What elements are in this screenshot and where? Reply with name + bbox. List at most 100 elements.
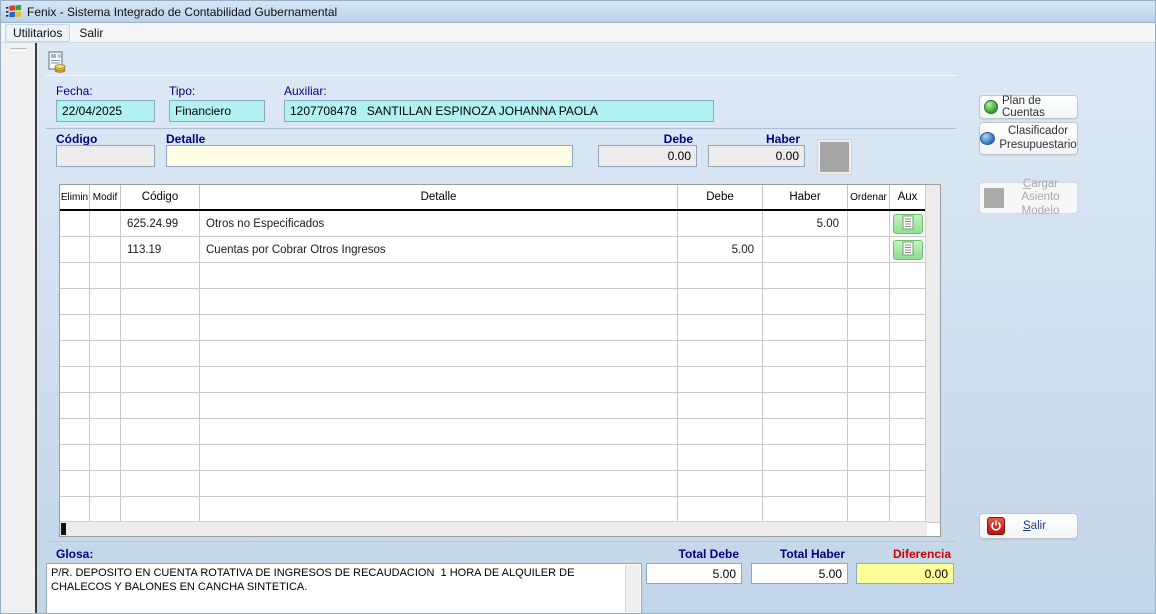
column-header-modif[interactable]: Modif [90, 185, 121, 209]
table-row[interactable] [60, 419, 940, 445]
empty-cell [848, 315, 890, 340]
diferencia-input[interactable] [856, 563, 954, 584]
table-row[interactable] [60, 445, 940, 471]
codigo-input[interactable] [56, 145, 155, 167]
empty-cell [763, 315, 848, 340]
haber-input[interactable] [708, 145, 805, 167]
table-vertical-scrollbar[interactable] [925, 185, 940, 522]
empty-cell [90, 341, 121, 366]
empty-cell [763, 471, 848, 496]
detalle-input[interactable] [166, 145, 573, 167]
empty-cell [763, 419, 848, 444]
empty-cell [848, 445, 890, 470]
toolbar-grip[interactable] [11, 48, 27, 51]
salir-button[interactable]: Salir [979, 513, 1078, 539]
empty-cell [90, 367, 121, 392]
aux-button[interactable] [893, 214, 923, 234]
empty-cell [678, 315, 763, 340]
empty-cell [121, 263, 200, 288]
power-icon [987, 517, 1005, 535]
column-header-aux[interactable]: Aux [890, 185, 926, 209]
empty-cell [60, 367, 90, 392]
fecha-input[interactable] [56, 100, 155, 122]
empty-cell [90, 263, 121, 288]
glosa-scrollbar[interactable] [625, 565, 640, 614]
column-header-detalle[interactable]: Detalle [200, 185, 678, 209]
footer-separator [46, 541, 956, 542]
title-bar: Fenix - Sistema Integrado de Contabilida… [1, 1, 1156, 23]
clasificador-label: Clasificador Presupuestario [999, 125, 1076, 151]
empty-cell [890, 497, 926, 522]
table-row[interactable] [60, 367, 940, 393]
glosa-textarea[interactable]: P/R. DEPOSITO EN CUENTA ROTATIVA DE INGR… [46, 563, 642, 614]
auxiliar-label: Auxiliar: [284, 84, 327, 98]
empty-cell [890, 341, 926, 366]
tipo-input[interactable] [169, 100, 265, 122]
total-haber-label: Total Haber [751, 547, 845, 561]
column-header-debe[interactable]: Debe [678, 185, 763, 209]
menu-item-salir[interactable]: Salir [72, 25, 110, 41]
empty-cell [200, 289, 678, 314]
add-entry-button-disabled[interactable] [818, 140, 851, 174]
empty-cell [763, 497, 848, 522]
empty-cell [848, 341, 890, 366]
column-header-elimin[interactable]: Elimin [60, 185, 90, 209]
empty-cell [200, 315, 678, 340]
table-row[interactable] [60, 289, 940, 315]
total-debe-input[interactable] [646, 563, 742, 584]
empty-cell [678, 471, 763, 496]
column-header-ordenar[interactable]: Ordenar [848, 185, 890, 209]
empty-cell [848, 497, 890, 522]
blue-ball-icon [980, 132, 995, 145]
document-list-icon [902, 241, 914, 259]
empty-cell [678, 263, 763, 288]
table-row[interactable] [60, 497, 940, 523]
empty-cell [121, 289, 200, 314]
table-row[interactable] [60, 393, 940, 419]
empty-cell [678, 367, 763, 392]
haber-label: Haber [708, 132, 800, 146]
empty-cell [890, 471, 926, 496]
empty-cell [90, 237, 121, 262]
journal-document-icon[interactable] [47, 51, 67, 76]
empty-cell [678, 341, 763, 366]
empty-cell [678, 497, 763, 522]
empty-cell [678, 445, 763, 470]
table-row[interactable] [60, 341, 940, 367]
empty-cell [200, 367, 678, 392]
table-row[interactable]: 625.24.99Otros no Especificados5.00 [60, 211, 940, 237]
aux-button[interactable] [893, 240, 923, 260]
menu-item-utilitarios[interactable]: Utilitarios [5, 24, 70, 42]
column-header-haber[interactable]: Haber [763, 185, 848, 209]
cargar-asiento-modelo-button[interactable]: Cargar Asiento Modelo [979, 182, 1078, 214]
empty-cell [890, 445, 926, 470]
cell-debe [678, 211, 763, 236]
empty-cell [60, 419, 90, 444]
scrollbar-thumb[interactable] [61, 523, 66, 535]
empty-cell [60, 315, 90, 340]
empty-cell [890, 367, 926, 392]
table-row[interactable]: 113.19Cuentas por Cobrar Otros Ingresos5… [60, 237, 940, 263]
debe-label: Debe [598, 132, 693, 146]
salir-label: Salir [1023, 520, 1046, 532]
table-row[interactable] [60, 315, 940, 341]
empty-cell [890, 289, 926, 314]
empty-cell [890, 419, 926, 444]
auxiliar-input[interactable] [284, 100, 714, 122]
empty-cell [90, 211, 121, 236]
entries-table: EliminModifCódigoDetalleDebeHaberOrdenar… [59, 184, 941, 537]
cell-detalle: Otros no Especificados [200, 211, 678, 236]
debe-input[interactable] [598, 145, 697, 167]
plan-de-cuentas-button[interactable]: Plan de Cuentas [979, 95, 1078, 119]
clasificador-presupuestario-button[interactable]: Clasificador Presupuestario [979, 122, 1078, 155]
empty-cell [200, 497, 678, 522]
app-icon [6, 5, 22, 19]
column-header-código[interactable]: Código [121, 185, 200, 209]
table-row[interactable] [60, 471, 940, 497]
table-horizontal-scrollbar[interactable] [60, 521, 927, 536]
table-header-row: EliminModifCódigoDetalleDebeHaberOrdenar… [60, 185, 940, 211]
table-row[interactable] [60, 263, 940, 289]
total-haber-input[interactable] [751, 563, 848, 584]
empty-cell [848, 419, 890, 444]
empty-cell [890, 393, 926, 418]
